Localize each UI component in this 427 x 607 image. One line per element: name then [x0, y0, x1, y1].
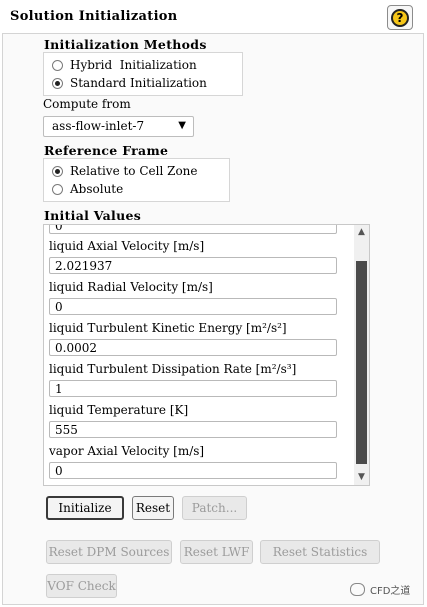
- radio-standard-initialization[interactable]: Standard Initialization: [52, 76, 207, 90]
- reference-frame-label: Reference Frame: [44, 143, 169, 158]
- field-label: liquid Axial Velocity [m/s]: [49, 239, 205, 253]
- radio-hybrid-initialization[interactable]: Hybrid Initialization: [52, 58, 197, 72]
- field-label: liquid Radial Velocity [m/s]: [49, 280, 213, 294]
- reset-lwf-button[interactable]: Reset LWF: [180, 540, 253, 564]
- initial-values-label: Initial Values: [44, 208, 142, 223]
- watermark: CFD之道: [350, 582, 410, 597]
- scroll-up-icon[interactable]: ▲: [354, 225, 369, 240]
- watermark-text: CFD之道: [370, 586, 411, 597]
- radio-absolute[interactable]: Absolute: [52, 182, 123, 196]
- scrollbar-thumb[interactable]: [356, 261, 367, 464]
- vapor-axial-velocity-input[interactable]: 0: [49, 462, 337, 479]
- help-button[interactable]: ?: [387, 5, 413, 30]
- chat-icon: [350, 583, 365, 596]
- panel-title: Solution Initialization: [10, 9, 178, 24]
- radio-indicator[interactable]: [52, 77, 63, 89]
- init-methods-group: Hybrid Initialization Standard Initializ…: [43, 52, 243, 96]
- scroll-down-icon[interactable]: ▼: [354, 470, 369, 485]
- reset-dpm-sources-button[interactable]: Reset DPM Sources: [46, 540, 172, 564]
- vertical-scrollbar[interactable]: ▲ ▼: [354, 225, 369, 485]
- field-label: vapor Axial Velocity [m/s]: [49, 444, 205, 458]
- field-label: liquid Temperature [K]: [49, 403, 189, 417]
- liquid-tke-input[interactable]: 0.0002: [49, 339, 337, 356]
- reference-frame-group: Relative to Cell Zone Absolute: [43, 158, 230, 202]
- liquid-axial-velocity-input[interactable]: 2.021937: [49, 257, 337, 274]
- field-label: liquid Turbulent Dissipation Rate [m²/s³…: [49, 362, 297, 376]
- radio-label: Standard Initialization: [70, 76, 207, 90]
- radio-relative-to-cell-zone[interactable]: Relative to Cell Zone: [52, 164, 198, 178]
- radio-indicator[interactable]: [52, 59, 63, 71]
- init-methods-label: Initialization Methods: [44, 37, 207, 52]
- radio-indicator[interactable]: [52, 165, 63, 177]
- patch-button[interactable]: Patch...: [182, 496, 247, 520]
- radio-label: Hybrid Initialization: [70, 58, 197, 72]
- liquid-temperature-input[interactable]: 555: [49, 421, 337, 438]
- value-field-partial[interactable]: 0: [49, 225, 337, 234]
- reset-statistics-button[interactable]: Reset Statistics: [260, 540, 380, 564]
- dropdown-value: ass-flow-inlet-7: [52, 119, 145, 133]
- reset-button[interactable]: Reset: [132, 496, 174, 520]
- help-icon: ?: [391, 8, 409, 27]
- radio-label: Absolute: [70, 182, 124, 196]
- compute-from-dropdown[interactable]: ass-flow-inlet-7 ▼: [43, 116, 194, 137]
- chevron-down-icon: ▼: [178, 120, 186, 131]
- initialize-button[interactable]: Initialize: [46, 496, 124, 520]
- radio-indicator[interactable]: [52, 183, 63, 195]
- compute-from-label: Compute from: [43, 97, 131, 111]
- field-label: liquid Turbulent Kinetic Energy [m²/s²]: [49, 321, 287, 335]
- radio-label: Relative to Cell Zone: [70, 164, 198, 178]
- liquid-radial-velocity-input[interactable]: 0: [49, 298, 337, 315]
- vof-check-button[interactable]: VOF Check: [46, 574, 117, 598]
- liquid-dissipation-rate-input[interactable]: 1: [49, 380, 337, 397]
- initial-values-list[interactable]: 0 liquid Axial Velocity [m/s] 2.021937 l…: [43, 224, 370, 486]
